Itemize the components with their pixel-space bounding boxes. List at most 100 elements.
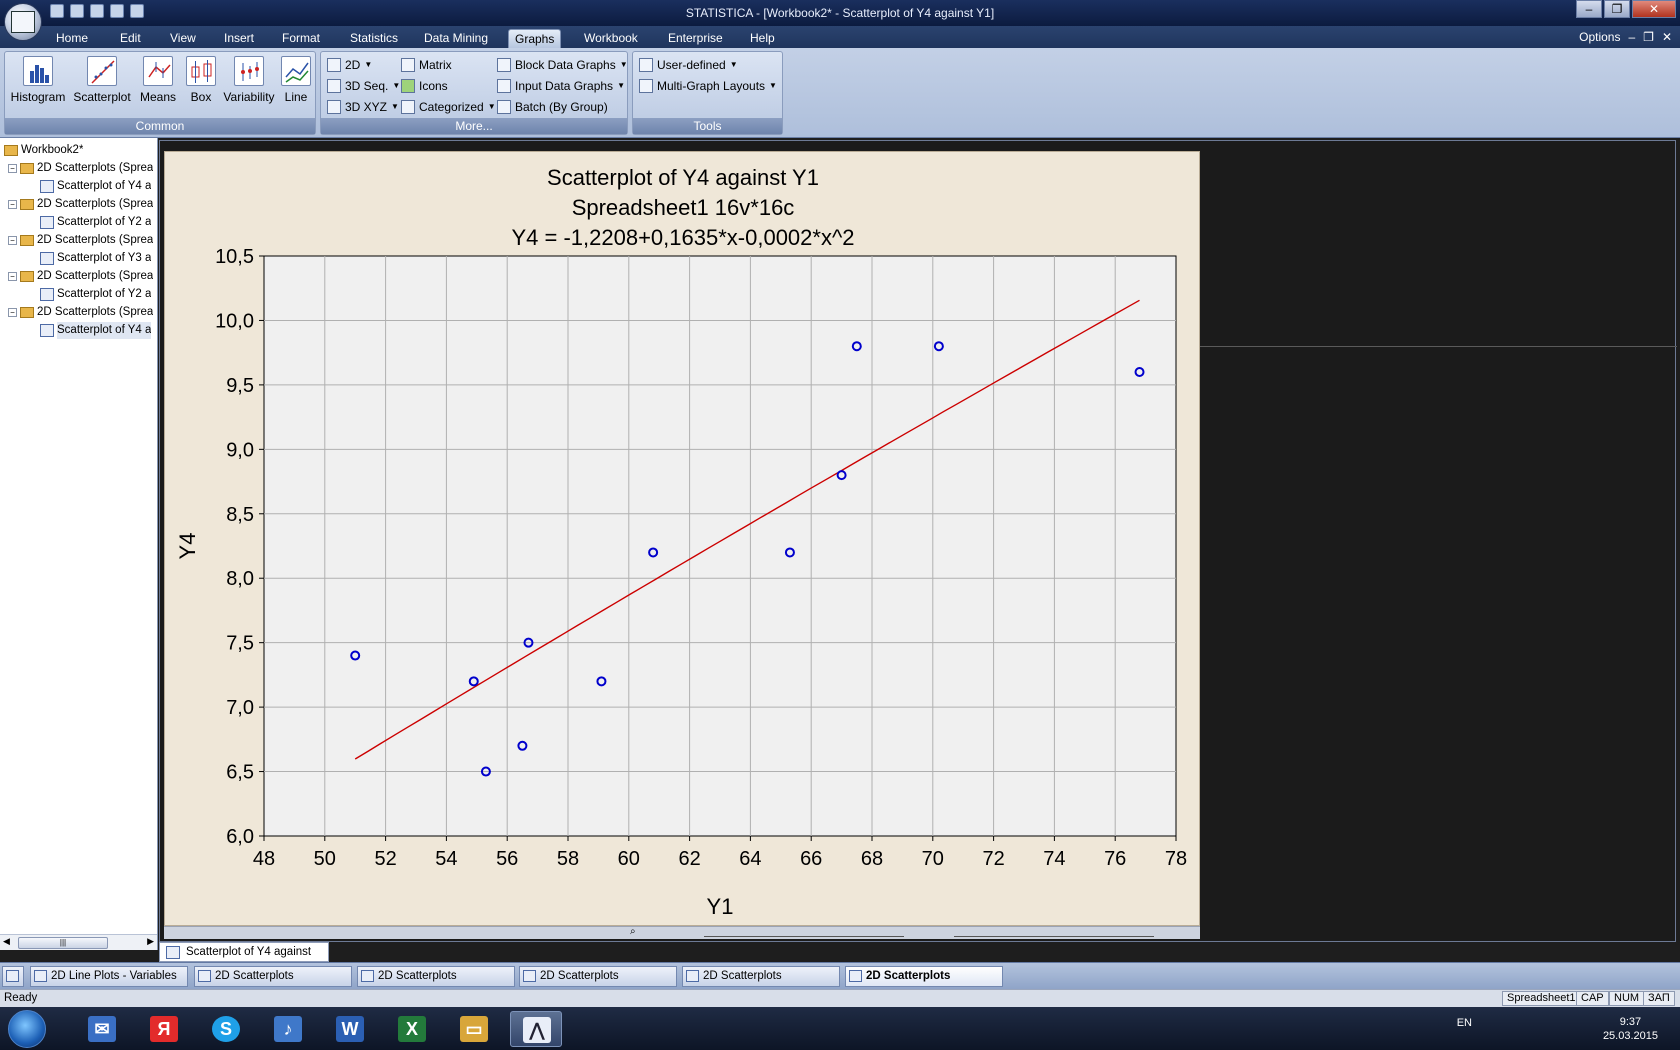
tree-horizontal-scrollbar[interactable]: ◀ ||| ▶ (0, 934, 157, 950)
tab-insert[interactable]: Insert (218, 29, 260, 48)
taskbar-excel[interactable]: X (386, 1011, 438, 1047)
2d-graphs-button[interactable]: 2D ▼ (327, 56, 372, 74)
tab-enterprise[interactable]: Enterprise (662, 29, 729, 48)
minimize-button[interactable]: – (1576, 0, 1602, 18)
tree-root[interactable]: Workbook2* (4, 142, 83, 159)
3d-seq-button[interactable]: 3D Seq. ▼ (327, 77, 400, 95)
restore-doc-icon[interactable]: ❐ (1643, 30, 1654, 44)
categorized-button[interactable]: Categorized ▼ (401, 98, 496, 116)
tree-folder[interactable]: − 2D Scatterplots (Sprea (8, 232, 153, 249)
tree-folder[interactable]: − 2D Scatterplots (Sprea (8, 304, 153, 321)
tab-home[interactable]: Home (50, 29, 94, 48)
tab-help[interactable]: Help (744, 29, 781, 48)
window-title: STATISTICA - [Workbook2* - Scatterplot o… (685, 6, 995, 20)
tab-view[interactable]: View (164, 29, 202, 48)
close-button[interactable]: ✕ (1632, 0, 1676, 18)
tree-folder[interactable]: − 2D Scatterplots (Sprea (8, 268, 153, 285)
x-tick-label: 72 (982, 848, 1004, 870)
scatterplot-chart[interactable]: 48 50 52 54 56 58 60 62 64 66 68 70 72 74 76 78 6,0 6,5 7,… (165, 152, 1201, 927)
y-tick-label: 10,5 (215, 246, 254, 268)
tab-workbook[interactable]: Workbook (578, 29, 644, 48)
taskbar-mail[interactable]: ✉ (76, 1011, 128, 1047)
input-data-graphs-button[interactable]: Input Data Graphs ▼ (497, 77, 625, 95)
tab-format[interactable]: Format (276, 29, 326, 48)
ribbon-group-label-more[interactable]: More... (321, 118, 627, 134)
tab-edit[interactable]: Edit (114, 29, 147, 48)
scatterplot-button[interactable]: Scatterplot (71, 56, 133, 112)
icons-button[interactable]: Icons (401, 77, 448, 95)
3d-xyz-button[interactable]: 3D XYZ ▼ (327, 98, 399, 116)
variability-button[interactable]: Variability (221, 56, 277, 112)
matrix-button[interactable]: Matrix (401, 56, 452, 74)
line-button[interactable]: Line (279, 56, 313, 112)
x-tick-label: 64 (739, 848, 761, 870)
y-tick-label: 8,5 (226, 504, 254, 526)
graph-zoom-slider[interactable] (954, 927, 1154, 937)
variability-label: Variability (223, 90, 275, 104)
clock[interactable]: 9:37 25.03.2015 (1603, 1015, 1658, 1043)
zoom-icon[interactable]: ⌕ (630, 926, 636, 937)
variability-icon (234, 56, 264, 86)
tree-graph[interactable]: Scatterplot of Y3 a (40, 250, 151, 267)
tree-folder[interactable]: − 2D Scatterplots (Sprea (8, 160, 153, 177)
taskbar-explorer[interactable]: ▭ (448, 1011, 500, 1047)
chart-equation: Y4 = -1,2208+0,1635*x-0,0002*x^2 (511, 225, 854, 250)
collapse-icon[interactable]: − (8, 200, 17, 209)
matrix-label: Matrix (419, 58, 452, 72)
tab-statistics[interactable]: Statistics (344, 29, 404, 48)
graph-navigation-bar[interactable]: ⌕ (164, 926, 1200, 939)
y-tick-label: 8,0 (226, 568, 254, 590)
tree-folder[interactable]: − 2D Scatterplots (Sprea (8, 196, 153, 213)
batch-by-group-button[interactable]: Batch (By Group) (497, 98, 608, 116)
window-button-label: 2D Scatterplots (540, 970, 619, 982)
block-data-graphs-button[interactable]: Block Data Graphs ▼ (497, 56, 628, 74)
tree-graph[interactable]: Scatterplot of Y4 a (40, 178, 151, 195)
language-indicator[interactable]: EN (1457, 1017, 1472, 1029)
x-tick-label: 48 (253, 848, 275, 870)
minimize-doc-icon[interactable]: – (1628, 30, 1635, 44)
scroll-left-icon[interactable]: ◀ (3, 936, 10, 947)
tree-graph-selected[interactable]: Scatterplot of Y4 a (40, 322, 152, 339)
graph-horizontal-slider[interactable] (704, 927, 904, 937)
taskbar-statistica[interactable]: ⋀ (510, 1011, 562, 1047)
scroll-right-icon[interactable]: ▶ (147, 936, 154, 947)
window-button[interactable]: 2D Scatterplots (682, 966, 840, 987)
scatterplot-doc-icon (40, 288, 54, 301)
histogram-button[interactable]: Histogram (9, 56, 67, 112)
tab-graphs[interactable]: Graphs (508, 29, 562, 48)
document-tab[interactable]: Scatterplot of Y4 against Y1 (159, 942, 329, 976)
taskbar-skype[interactable]: S (200, 1011, 252, 1047)
window-button[interactable]: 2D Scatterplots (519, 966, 677, 987)
collapse-icon[interactable]: − (8, 236, 17, 245)
box-button[interactable]: Box (183, 56, 219, 112)
collapse-icon[interactable]: − (8, 308, 17, 317)
window-button[interactable]: 2D Scatterplots (357, 966, 515, 987)
scrollbar-thumb[interactable]: ||| (18, 937, 108, 949)
user-defined-button[interactable]: User-defined ▼ (639, 56, 738, 74)
multi-graph-layouts-button[interactable]: Multi-Graph Layouts ▼ (639, 77, 777, 95)
close-doc-icon[interactable]: ✕ (1662, 30, 1672, 44)
restore-button[interactable]: ❐ (1604, 0, 1630, 18)
status-spreadsheet: Spreadsheet1 (1502, 991, 1581, 1006)
app-menu-button[interactable] (4, 3, 42, 41)
window-button[interactable]: 2D Line Plots - Variables (30, 966, 188, 987)
tree-graph[interactable]: Scatterplot of Y2 a (40, 286, 151, 303)
taskbar-audio[interactable]: ♪ (262, 1011, 314, 1047)
collapse-icon[interactable]: − (8, 272, 17, 281)
app-window-button[interactable] (2, 966, 24, 987)
options-button[interactable]: Options (1579, 30, 1620, 44)
histogram-icon (23, 56, 53, 86)
plot-area (263, 255, 1177, 837)
tab-data-mining[interactable]: Data Mining (418, 29, 494, 48)
categorized-icon (401, 100, 415, 114)
start-button[interactable] (8, 1010, 46, 1048)
means-button[interactable]: Means (135, 56, 181, 112)
ribbon-group-label-tools: Tools (633, 118, 782, 134)
window-button-active[interactable]: 2D Scatterplots (845, 966, 1003, 987)
tree-graph[interactable]: Scatterplot of Y2 a (40, 214, 151, 231)
ribbon-group-tools: User-defined ▼ Multi-Graph Layouts ▼ Tools (632, 51, 783, 135)
collapse-icon[interactable]: − (8, 164, 17, 173)
taskbar-yandex[interactable]: Я (138, 1011, 190, 1047)
window-button[interactable]: 2D Scatterplots (194, 966, 352, 987)
taskbar-word[interactable]: W (324, 1011, 376, 1047)
